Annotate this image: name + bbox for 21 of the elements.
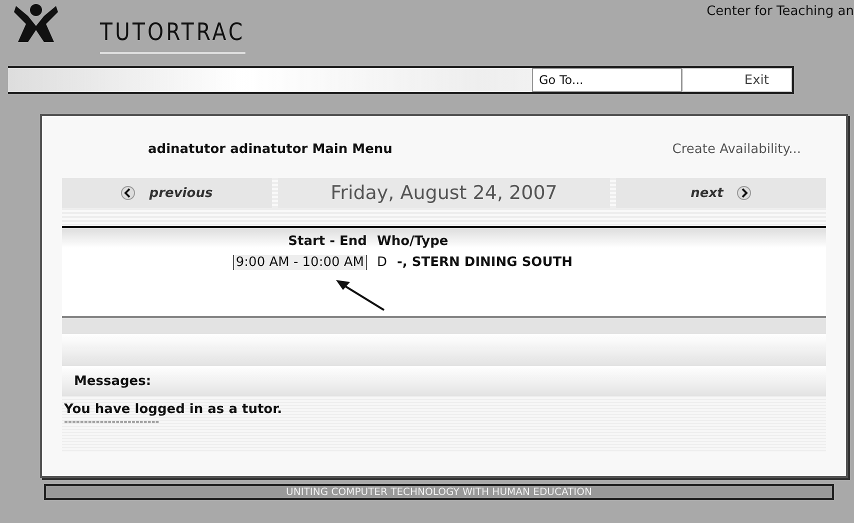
time-cell[interactable]: 9:00 AM - 10:00 AM — [232, 255, 367, 270]
goto-field[interactable]: Go To... — [532, 68, 682, 92]
create-availability-link[interactable]: Create Availability... — [672, 142, 801, 157]
column-header: Who/Type — [377, 234, 450, 249]
message-text: You have logged in as a tutor. — [64, 402, 284, 417]
next-button[interactable]: next — [616, 178, 826, 208]
who-cell: -, STERN DINING SOUTH — [397, 255, 573, 270]
previous-button[interactable]: previous — [62, 178, 272, 208]
pointer-arrow-icon — [334, 278, 386, 312]
messages-label: Messages: — [74, 374, 152, 388]
left-chevron-icon — [121, 186, 136, 200]
page-title: adinatutor adinatutor Main Menu — [148, 142, 392, 157]
exit-button[interactable]: Exit — [682, 68, 792, 92]
right-chevron-icon — [737, 186, 752, 200]
dashed-rule: ------------------------ — [64, 417, 160, 427]
type-cell: D — [377, 255, 388, 270]
date-label: Friday, August 24, 2007 — [278, 178, 610, 208]
brand-name: TUTORTRAC — [100, 18, 246, 54]
footer-text: UNITING COMPUTER TECHNOLOGY WITH HUMAN EDUCATION — [286, 486, 592, 498]
center-name: Center for Teaching an — [706, 4, 854, 19]
column-header: Start - End — [287, 234, 367, 249]
